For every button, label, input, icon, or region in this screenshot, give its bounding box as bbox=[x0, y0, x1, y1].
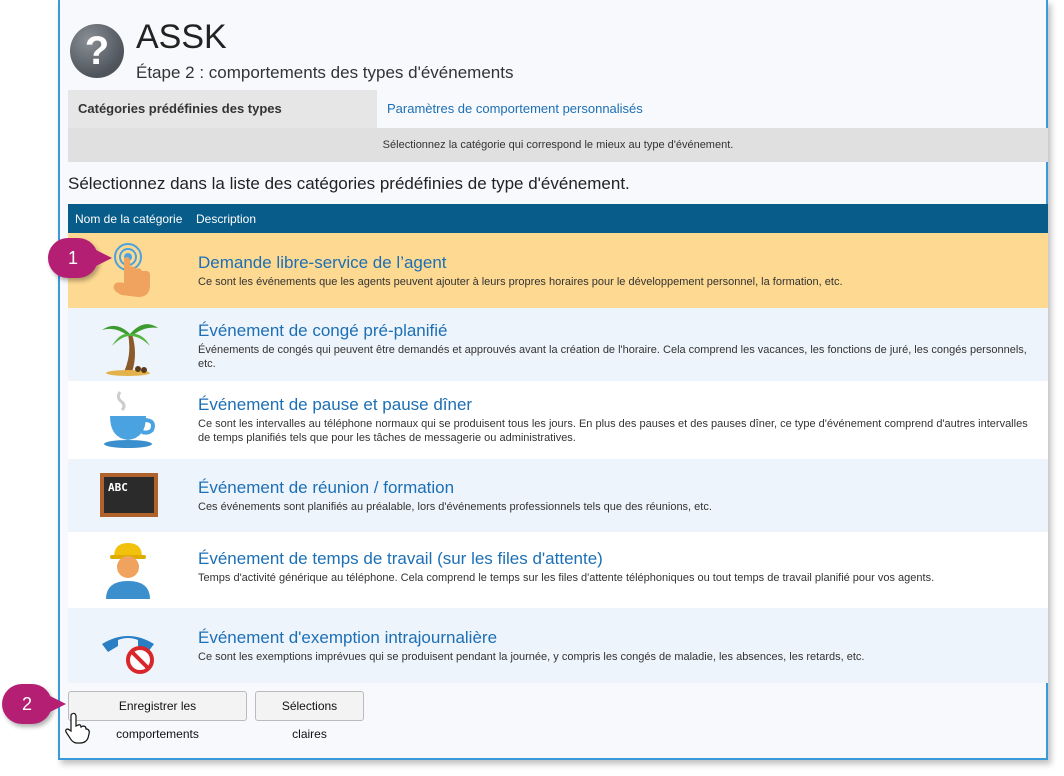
column-header-description: Description bbox=[196, 212, 257, 226]
category-table: Nom de la catégorie Description Demande … bbox=[68, 204, 1048, 683]
tab-custom-behavior[interactable]: Paramètres de comportement personnalisés bbox=[377, 90, 653, 128]
category-description: Ces événements sont planifiés au préalab… bbox=[198, 501, 712, 513]
category-description: Ce sont les intervalles au téléphone nor… bbox=[198, 418, 1028, 444]
category-description: Temps d'activité générique au téléphone.… bbox=[198, 572, 935, 584]
table-row-work-time[interactable]: Événement de temps de travail (sur les f… bbox=[68, 533, 1048, 608]
page-title: ASSK bbox=[136, 18, 227, 56]
table-row-meeting-training[interactable]: ABC Événement de réunion / formation Ces… bbox=[68, 459, 1048, 533]
category-name[interactable]: Événement de réunion / formation bbox=[198, 478, 454, 498]
column-header-name: Nom de la catégorie bbox=[75, 212, 183, 226]
wizard-frame: ? ASSK Étape 2 : comportements des types… bbox=[58, 0, 1048, 760]
table-row-self-service[interactable]: Demande libre-service de l’agent Ce sont… bbox=[68, 233, 1048, 308]
chalkboard-icon: ABC bbox=[100, 473, 158, 517]
category-name[interactable]: Événement de temps de travail (sur les f… bbox=[198, 549, 603, 569]
hand-cursor-icon bbox=[65, 712, 90, 744]
category-description: Ce sont les événements que les agents pe… bbox=[198, 276, 843, 288]
phone-blocked-icon bbox=[102, 636, 154, 674]
chalkboard-text: ABC bbox=[108, 481, 128, 494]
category-name[interactable]: Demande libre-service de l’agent bbox=[198, 253, 447, 273]
category-name[interactable]: Événement de pause et pause dîner bbox=[198, 395, 472, 415]
tab-predefined-categories[interactable]: Catégories prédéfinies des types d'événe… bbox=[68, 90, 377, 154]
table-header: Nom de la catégorie Description bbox=[68, 204, 1048, 233]
tab-bar: Catégories prédéfinies des types d'événe… bbox=[68, 90, 1048, 154]
page-header: ? ASSK Étape 2 : comportements des types… bbox=[68, 8, 1038, 82]
category-name[interactable]: Événement de congé pré-planifié bbox=[198, 321, 448, 341]
category-description: Ce sont les exemptions imprévues qui se … bbox=[198, 651, 865, 663]
page-subtitle: Étape 2 : comportements des types d'évén… bbox=[136, 63, 514, 82]
table-row-pre-planned-leave[interactable]: Événement de congé pré-planifié Événemen… bbox=[68, 308, 1048, 382]
category-description: Événements de congés qui peuvent être de… bbox=[198, 344, 1027, 370]
worker-icon bbox=[106, 543, 150, 599]
lead-text: Sélectionnez dans la liste des catégorie… bbox=[68, 174, 630, 193]
category-name[interactable]: Événement d'exemption intrajournalière bbox=[198, 628, 497, 648]
coffee-cup-icon bbox=[104, 391, 155, 448]
help-question-icon: ? bbox=[70, 24, 124, 78]
touch-hand-icon bbox=[113, 243, 150, 297]
instruction-banner: Sélectionnez la catégorie qui correspond… bbox=[68, 128, 1048, 162]
save-behaviors-button[interactable]: Enregistrer les comportements bbox=[68, 691, 247, 741]
table-row-break-lunch[interactable]: Événement de pause et pause dîner Ce son… bbox=[68, 382, 1048, 459]
table-row-intraday-exemption[interactable]: Événement d'exemption intrajournalière C… bbox=[68, 608, 1048, 683]
callout-1: 1 bbox=[48, 238, 112, 278]
clear-selections-button[interactable]: Sélections claires bbox=[255, 691, 364, 741]
palm-tree-icon bbox=[102, 324, 158, 376]
callout-2: 2 bbox=[2, 684, 66, 724]
